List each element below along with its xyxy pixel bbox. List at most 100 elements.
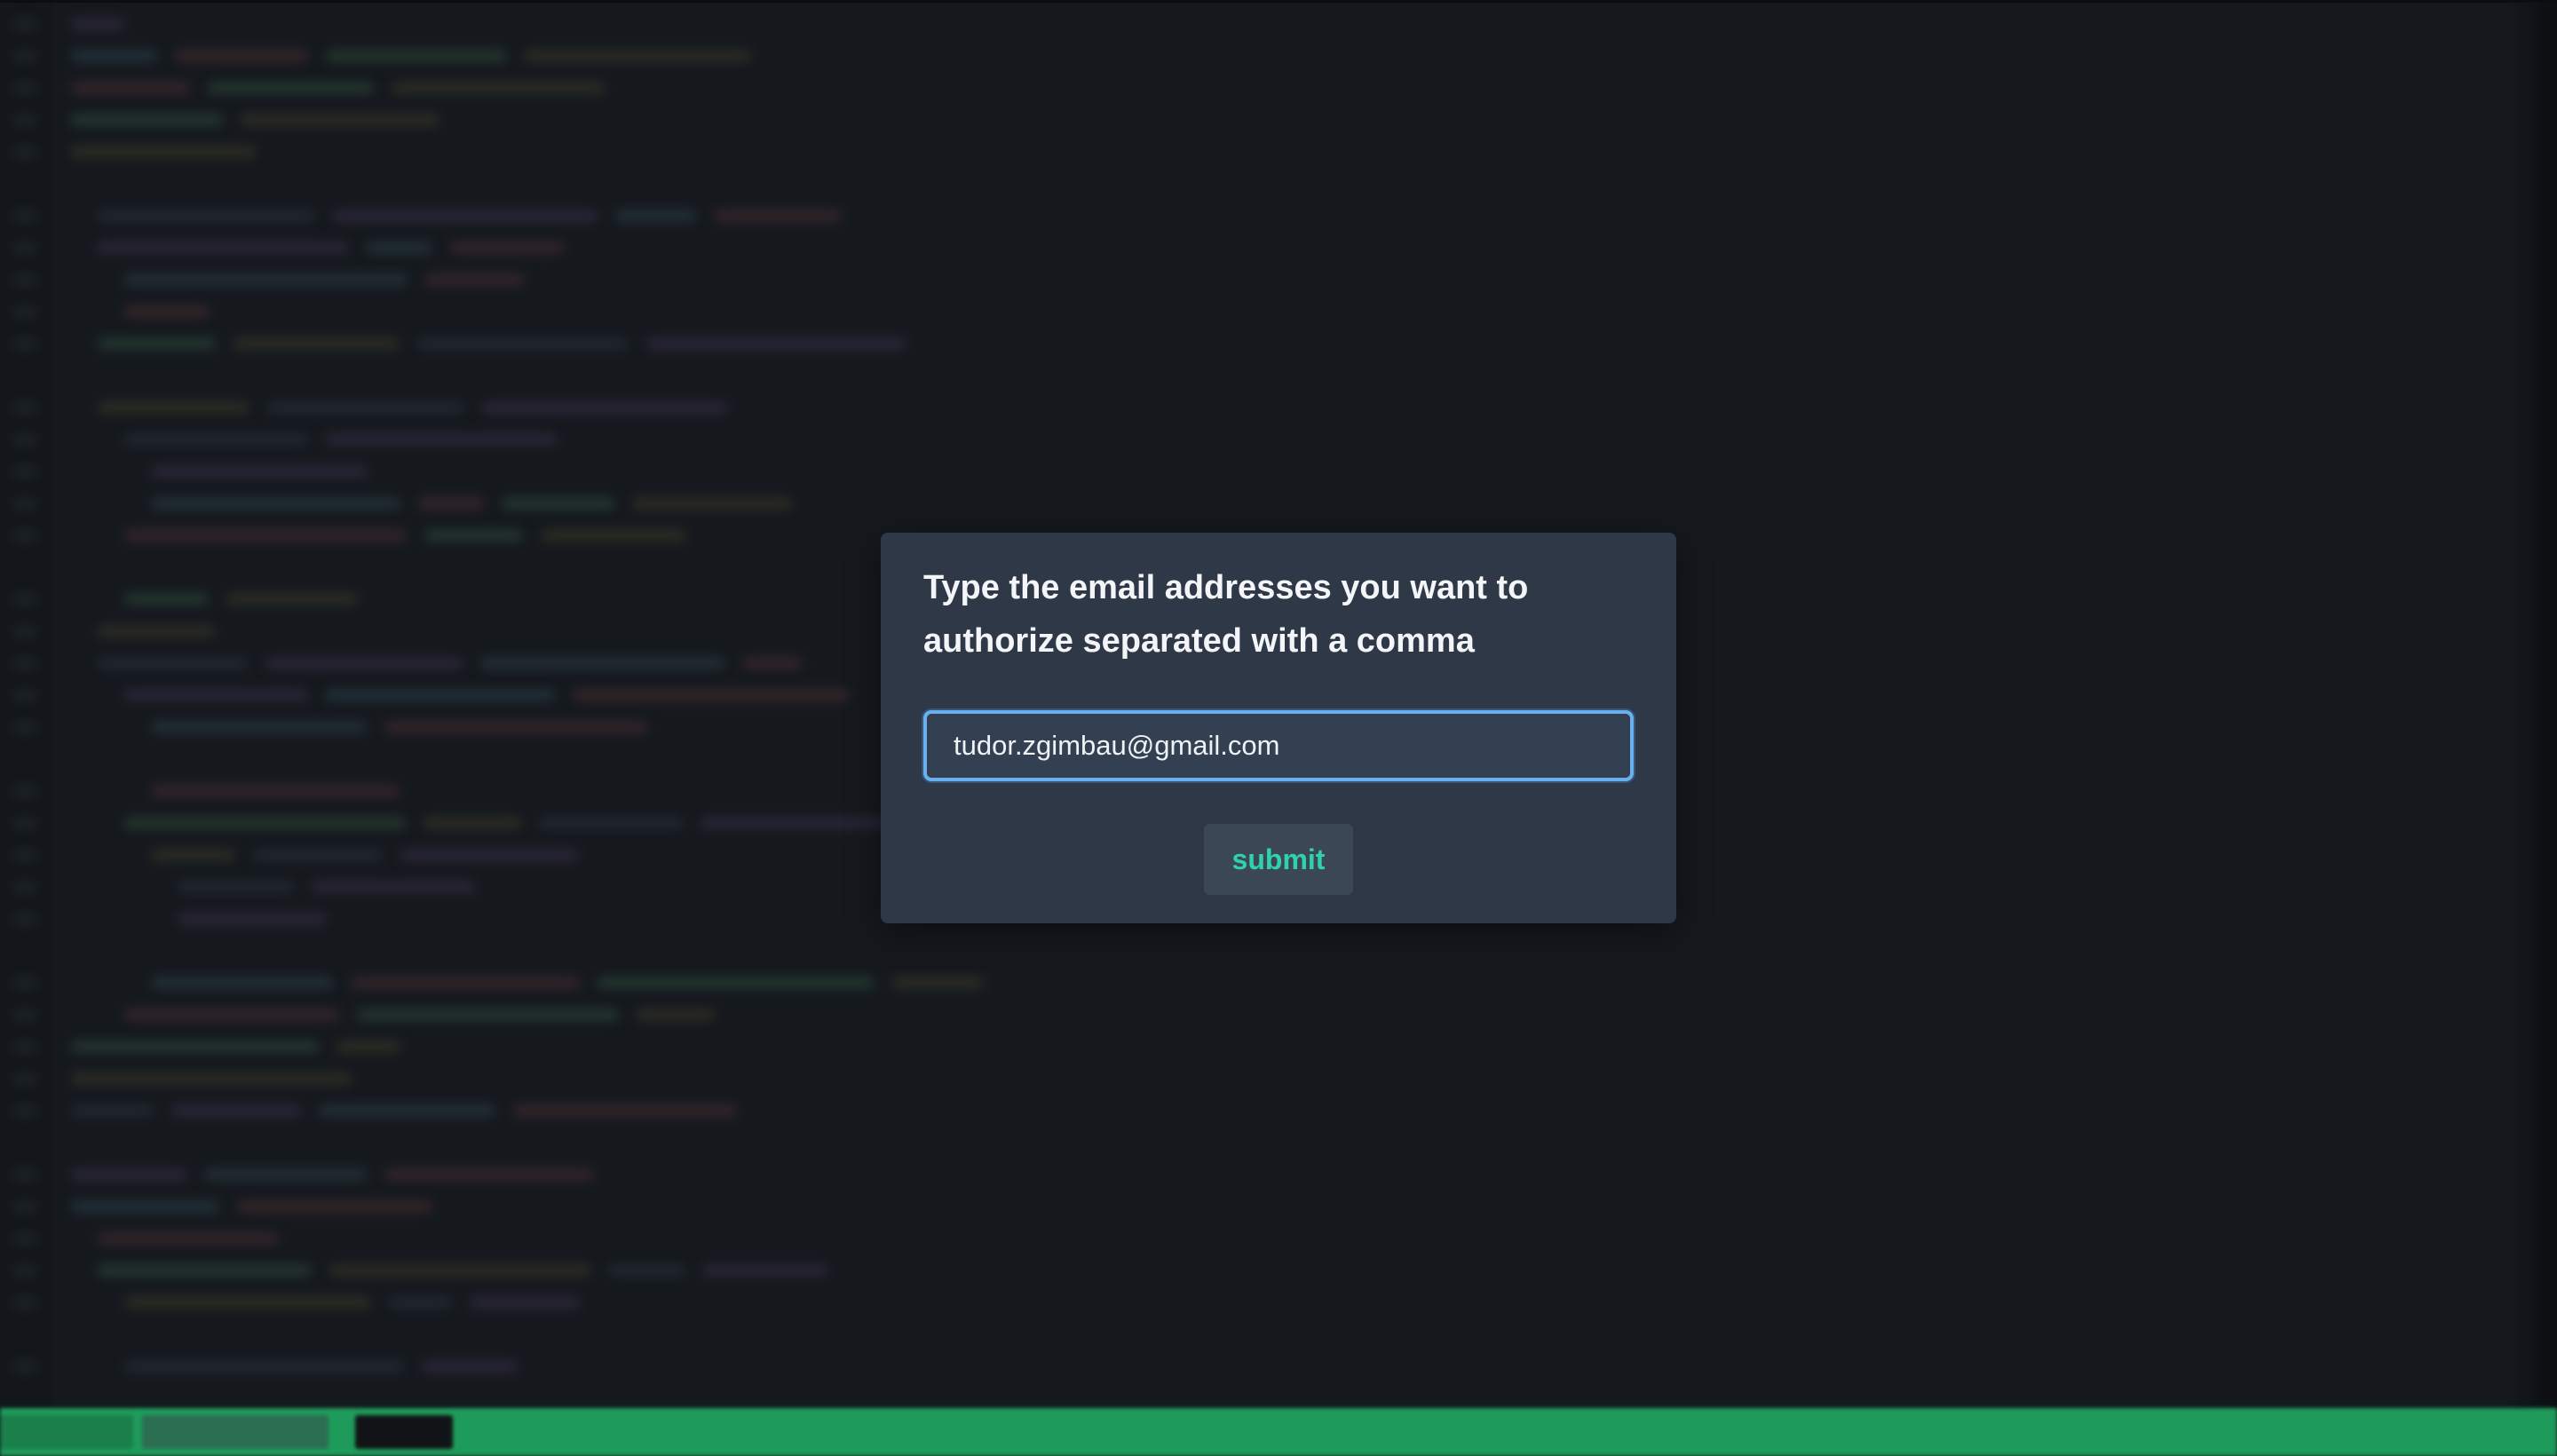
code-token [151, 785, 400, 797]
line-number-token [12, 1264, 37, 1277]
line-number-token [12, 721, 37, 733]
code-token [482, 401, 727, 414]
line-number-token [12, 625, 37, 637]
line-number-token [12, 433, 37, 446]
code-token [124, 1009, 339, 1021]
code-token [124, 305, 210, 318]
code-token [171, 1104, 301, 1117]
line-number-token [12, 1296, 37, 1309]
code-token [234, 337, 399, 350]
code-token [384, 721, 647, 733]
code-token [71, 1200, 219, 1213]
code-token [71, 50, 157, 62]
email-addresses-input[interactable] [923, 710, 1634, 781]
code-token [424, 817, 521, 829]
code-token [384, 1168, 594, 1181]
code-token [480, 657, 724, 669]
line-number-token [12, 1009, 37, 1021]
line-number-token [12, 1104, 37, 1117]
code-token [241, 114, 439, 126]
code-token [252, 849, 383, 861]
line-number-token [12, 18, 37, 30]
code-token [71, 18, 124, 30]
line-number-token [12, 1232, 37, 1245]
code-token [124, 689, 307, 701]
code-token [425, 273, 525, 286]
code-token [608, 1264, 685, 1277]
code-token [424, 529, 523, 542]
code-token [124, 593, 209, 605]
line-number-token [12, 593, 37, 605]
code-token [422, 1360, 518, 1373]
line-number-token [12, 114, 37, 126]
code-token [389, 1296, 452, 1309]
line-number-token [12, 273, 37, 286]
code-token [151, 465, 368, 478]
code-token [703, 1264, 827, 1277]
code-token [632, 497, 792, 510]
code-token [124, 273, 408, 286]
line-number-token [12, 401, 37, 414]
submit-button[interactable]: submit [1204, 824, 1353, 895]
status-segment [0, 1415, 133, 1449]
code-token [204, 1168, 367, 1181]
line-number-token [12, 817, 37, 829]
code-token [151, 721, 367, 733]
code-token [175, 50, 308, 62]
code-token [226, 593, 358, 605]
code-token [124, 433, 308, 446]
line-number-token [12, 146, 37, 158]
line-number-token [12, 785, 37, 797]
code-token [237, 1200, 432, 1213]
code-token [71, 1041, 319, 1053]
code-token [98, 241, 348, 254]
code-token [266, 401, 464, 414]
code-token [124, 817, 406, 829]
code-token [502, 497, 614, 510]
code-token [124, 1296, 371, 1309]
code-token [98, 657, 248, 669]
code-token [326, 50, 506, 62]
code-token [541, 529, 686, 542]
code-token [98, 210, 315, 222]
line-number-token [12, 1072, 37, 1085]
code-token [98, 625, 215, 637]
code-token [470, 1296, 580, 1309]
code-token [573, 689, 850, 701]
code-token [714, 210, 842, 222]
code-token [151, 849, 234, 861]
line-number-token [12, 689, 37, 701]
code-token [524, 50, 751, 62]
editor-status-bar [0, 1408, 2557, 1456]
line-number-token [12, 1168, 37, 1181]
code-token [336, 1041, 400, 1053]
screen: Type the email addresses you want to aut… [0, 0, 2557, 1456]
code-token [366, 241, 432, 254]
line-number-token [12, 337, 37, 350]
code-token [615, 210, 696, 222]
code-token [418, 497, 484, 510]
line-number-token [12, 241, 37, 254]
code-token [598, 977, 874, 989]
line-number-token [12, 1200, 37, 1213]
code-token [357, 1009, 619, 1021]
authorize-emails-dialog: Type the email addresses you want to aut… [881, 533, 1676, 923]
code-token [98, 1232, 279, 1245]
code-token [124, 529, 407, 542]
code-token [326, 433, 557, 446]
code-token [98, 337, 216, 350]
line-number-token [12, 497, 37, 510]
code-token [333, 210, 598, 222]
line-number-token [12, 913, 37, 925]
dialog-title: Type the email addresses you want to aut… [923, 569, 1529, 660]
line-number-token [12, 657, 37, 669]
code-token [539, 817, 684, 829]
code-token [98, 1264, 312, 1277]
status-segment [142, 1415, 329, 1449]
line-number-token [12, 529, 37, 542]
code-token [71, 1168, 186, 1181]
status-segment [355, 1415, 453, 1449]
window-top-border [0, 0, 2557, 3]
line-number-token [12, 82, 37, 94]
code-token [71, 1072, 352, 1085]
